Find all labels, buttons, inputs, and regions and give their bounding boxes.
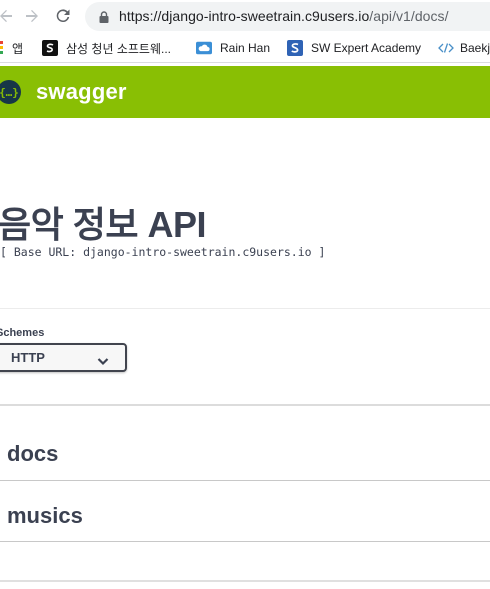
divider	[0, 308, 490, 309]
tag-name: musics	[7, 503, 83, 528]
swea-icon	[287, 40, 303, 56]
tag-name: docs	[7, 441, 59, 466]
address-bar[interactable]: https://django-intro-sweetrain.c9users.i…	[85, 2, 490, 31]
reload-icon[interactable]	[51, 4, 75, 28]
divider	[0, 404, 490, 406]
samsung-academy-icon	[42, 40, 58, 56]
bookmarks-bar: 앱 삼성 청년 소프트웨... Rain Han SW Expert Acade…	[0, 33, 490, 63]
tag-section-docs[interactable]: docs	[0, 421, 490, 481]
tag-section-musics[interactable]: musics	[0, 482, 490, 542]
schemes-selected-value: HTTP	[11, 350, 45, 365]
bookmark-baekjoon[interactable]: Baekj	[438, 39, 490, 57]
cloud-icon	[196, 40, 212, 56]
bookmark-samsung[interactable]: 삼성 청년 소프트웨...	[42, 39, 171, 57]
back-arrow-icon[interactable]	[0, 4, 18, 28]
url-text: https://django-intro-sweetrain.c9users.i…	[119, 8, 449, 24]
divider	[0, 580, 490, 582]
forward-arrow-icon[interactable]	[20, 4, 44, 28]
code-brackets-icon	[438, 40, 454, 56]
schemes-label: Schemes	[0, 327, 45, 339]
apps-grid-icon	[0, 40, 4, 56]
lock-icon	[99, 10, 109, 28]
swagger-logo-icon[interactable]: {…}	[0, 80, 21, 104]
browser-toolbar: https://django-intro-sweetrain.c9users.i…	[0, 0, 490, 33]
bookmark-apps[interactable]: 앱	[0, 39, 23, 57]
bookmark-rain-han[interactable]: Rain Han	[196, 39, 270, 57]
swagger-brand[interactable]: swagger	[36, 79, 127, 105]
chevron-down-icon	[97, 353, 109, 371]
swagger-topbar: {…} swagger	[0, 66, 490, 118]
base-url: [ Base URL: django-intro-sweetrain.c9use…	[0, 245, 326, 259]
api-title: 음악 정보 API	[0, 204, 207, 245]
schemes-select[interactable]: HTTP	[0, 343, 127, 372]
bookmark-sw-expert-academy[interactable]: SW Expert Academy	[287, 39, 421, 57]
